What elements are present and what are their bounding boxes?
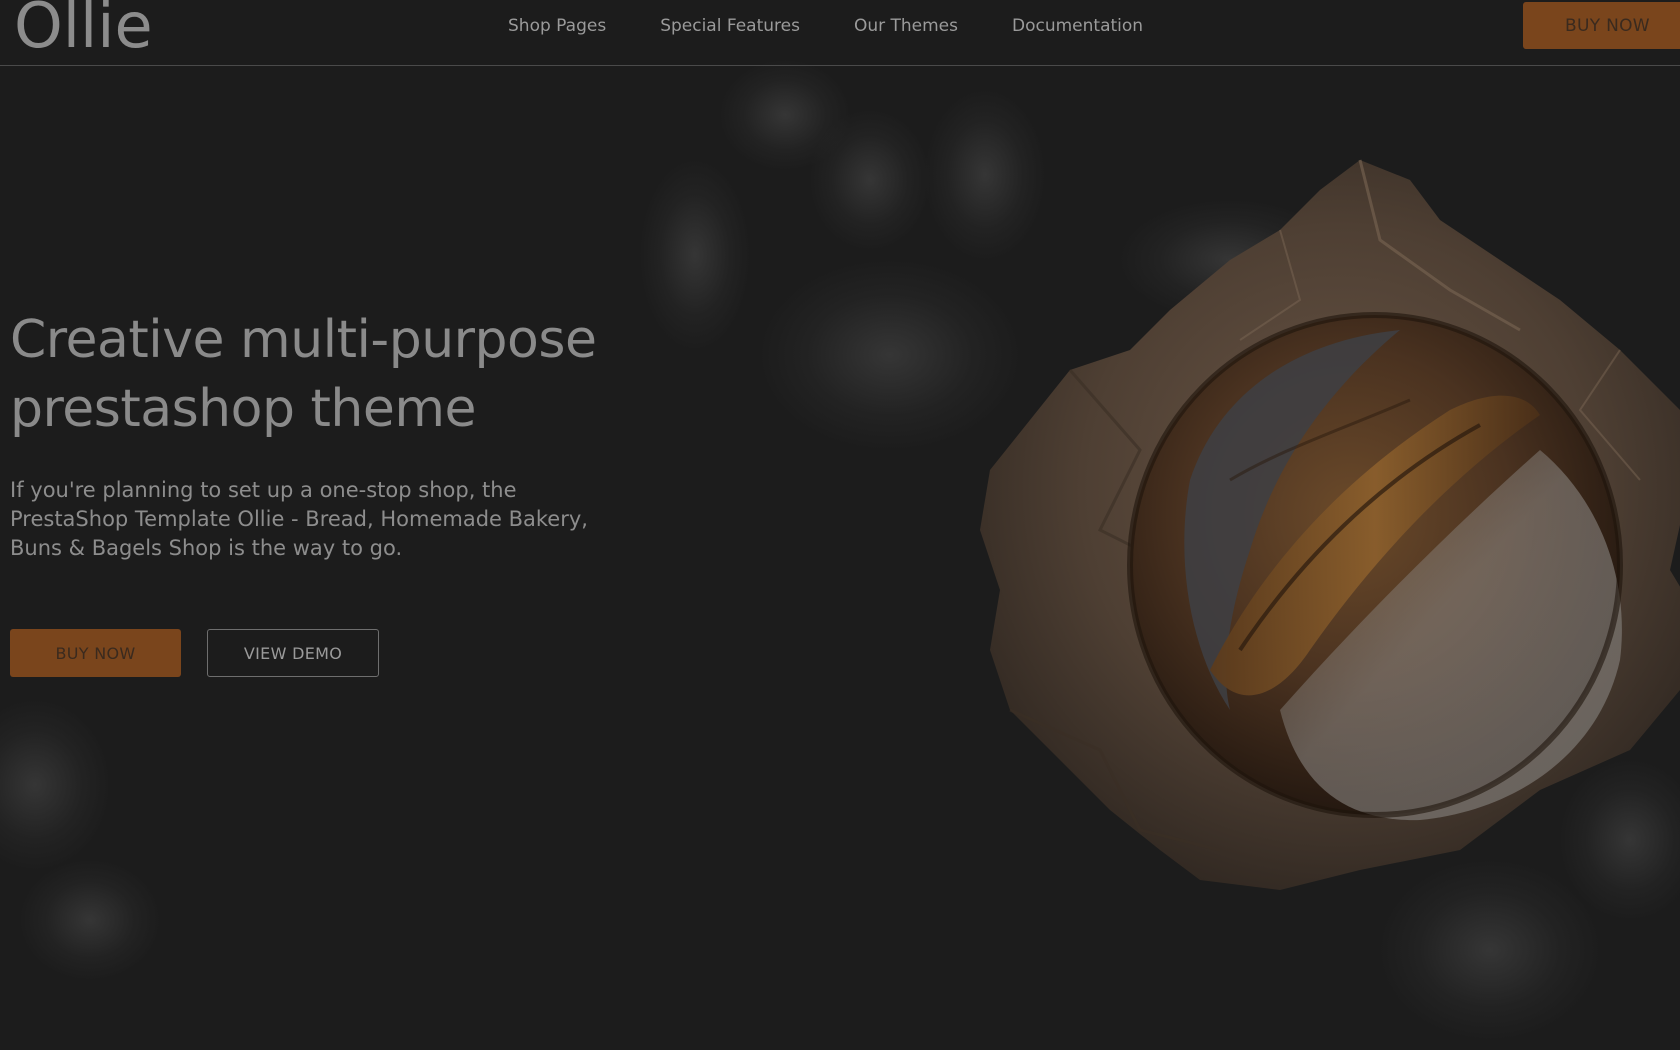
nav-item-special-features[interactable]: Special Features	[660, 14, 800, 38]
bread-loaf-icon	[980, 159, 1680, 890]
hero-image	[980, 150, 1680, 910]
hero-view-demo-button[interactable]: VIEW DEMO	[207, 629, 379, 677]
hero-title-line2: prestashop theme	[10, 379, 476, 439]
hero-description-line2: PrestaShop Template Ollie - Bread, Homem…	[10, 507, 588, 531]
nav-item-our-themes[interactable]: Our Themes	[854, 14, 958, 38]
hero-description: If you're planning to set up a one-stop …	[10, 476, 630, 563]
smoke-cloud	[20, 860, 160, 980]
smoke-cloud	[720, 60, 850, 170]
hero-description-line1: If you're planning to set up a one-stop …	[10, 478, 517, 502]
hero-buy-now-button[interactable]: BUY NOW	[10, 629, 181, 677]
nav-item-shop-pages[interactable]: Shop Pages	[508, 14, 606, 38]
smoke-cloud	[810, 110, 930, 250]
hero-title-line1: Creative multi-purpose	[10, 310, 597, 370]
main-nav: Shop Pages Special Features Our Themes D…	[508, 14, 1197, 38]
smoke-cloud	[0, 700, 110, 870]
hero-title: Creative multi-purpose prestashop theme	[10, 306, 710, 444]
site-header: Ollie Shop Pages Special Features Our Th…	[0, 0, 1680, 66]
hero-description-line3: Buns & Bagels Shop is the way to go.	[10, 536, 403, 560]
header-buy-now-button[interactable]: BUY NOW	[1523, 2, 1680, 49]
nav-item-documentation[interactable]: Documentation	[1012, 14, 1143, 38]
logo[interactable]: Ollie	[14, 0, 153, 66]
page: Ollie Shop Pages Special Features Our Th…	[0, 0, 1680, 1050]
